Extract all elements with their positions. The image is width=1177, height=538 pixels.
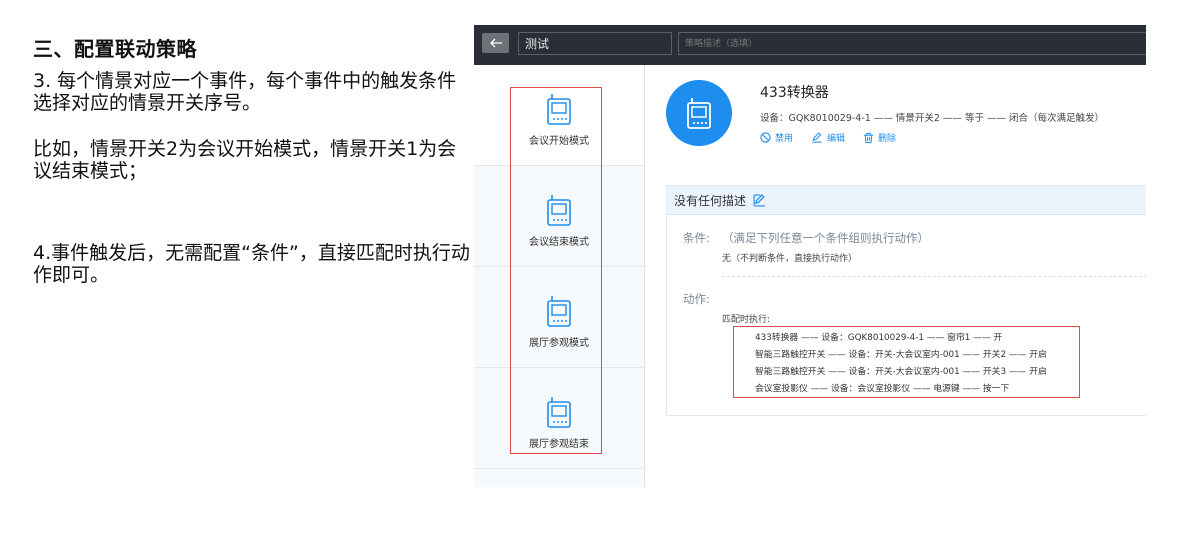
trigger-description: 设备：GQK8010029-4-1 —— 情景开关2 —— 等于 —— 闭合（每… [760, 113, 1104, 124]
strategy-name-input[interactable] [518, 32, 672, 55]
strategy-description-input[interactable] [678, 32, 1146, 55]
match-label: 匹配时执行: [722, 315, 771, 325]
device-icon [547, 397, 571, 428]
event-detail: 433转换器 设备：GQK8010029-4-1 —— 情景开关2 —— 等于 … [646, 65, 1146, 487]
condition-label: 条件: [683, 231, 710, 245]
app-window: 会议开始模式 会议结束模式 展厅参观模式 展厅参观结束 433转换器 设备：GQ… [474, 25, 1146, 487]
divider [722, 276, 1146, 277]
panel-header: 没有任何描述 [667, 186, 1146, 215]
arrow-left-icon [489, 38, 502, 48]
action-list-highlight: 433转换器 —— 设备：GQK8010029-4-1 —— 窗帘1 —— 开 … [733, 326, 1080, 398]
device-icon [547, 195, 571, 226]
instruction-step-4: 4.事件触发后，无需配置“条件”，直接匹配时执行动作即可。 [33, 242, 470, 286]
event-actions: 禁用 编辑 删除 [760, 131, 914, 144]
instruction-step-3: 3. 每个情景对应一个事件，每个事件中的触发条件选择对应的情景开关序号。 [33, 70, 457, 114]
device-icon [547, 94, 571, 125]
strategy-panel: 没有任何描述 条件: （满足下列任意一个条件组则执行动作） 无（不判断条件，直接… [666, 185, 1146, 416]
action-label: 动作: [683, 292, 710, 306]
back-button[interactable] [482, 33, 509, 53]
trash-icon [863, 132, 874, 143]
scene-list: 会议开始模式 会议结束模式 展厅参观模式 展厅参观结束 [474, 65, 645, 487]
action-row: 会议室投影仪 —— 设备：会议室投影仪 —— 电源键 —— 按一下 [755, 384, 1010, 394]
scene-label: 展厅参观模式 [529, 338, 589, 349]
scene-item-3[interactable]: 展厅参观模式 [474, 267, 644, 368]
delete-label: 删除 [878, 134, 897, 144]
disable-button[interactable]: 禁用 [760, 131, 793, 144]
top-bar [474, 25, 1146, 65]
scene-item-2[interactable]: 会议结束模式 [474, 166, 644, 267]
edit-icon [812, 132, 822, 143]
edit-icon [753, 193, 765, 207]
edit-button[interactable]: 编辑 [811, 131, 845, 144]
scene-item-1[interactable]: 会议开始模式 [474, 65, 644, 166]
scene-label: 会议开始模式 [529, 136, 589, 147]
condition-text: （满足下列任意一个条件组则执行动作） [722, 231, 929, 245]
disable-label: 禁用 [775, 134, 794, 144]
device-icon [687, 98, 711, 129]
scene-item-4[interactable]: 展厅参观结束 [474, 368, 644, 469]
condition-none: 无（不判断条件，直接执行动作） [722, 254, 858, 264]
ban-icon [760, 132, 771, 143]
device-title: 433转换器 [760, 85, 829, 101]
action-row: 433转换器 —— 设备：GQK8010029-4-1 —— 窗帘1 —— 开 [755, 333, 1003, 343]
device-icon [547, 296, 571, 327]
section-heading: 三、配置联动策略 [33, 37, 197, 61]
scene-label: 展厅参观结束 [529, 439, 589, 450]
scene-label: 会议结束模式 [529, 237, 589, 248]
panel-description: 没有任何描述 [674, 193, 747, 208]
edit-description-button[interactable] [753, 193, 766, 207]
instruction-example: 比如，情景开关2为会议开始模式，情景开关1为会议结束模式； [33, 138, 457, 182]
delete-button[interactable]: 删除 [863, 131, 896, 144]
device-avatar [666, 80, 732, 146]
action-row: 智能三路触控开关 —— 设备：开关-大会议室内-001 —— 开关3 —— 开启 [755, 367, 1047, 377]
edit-label: 编辑 [827, 134, 846, 144]
action-row: 智能三路触控开关 —— 设备：开关-大会议室内-001 —— 开关2 —— 开启 [755, 350, 1047, 360]
